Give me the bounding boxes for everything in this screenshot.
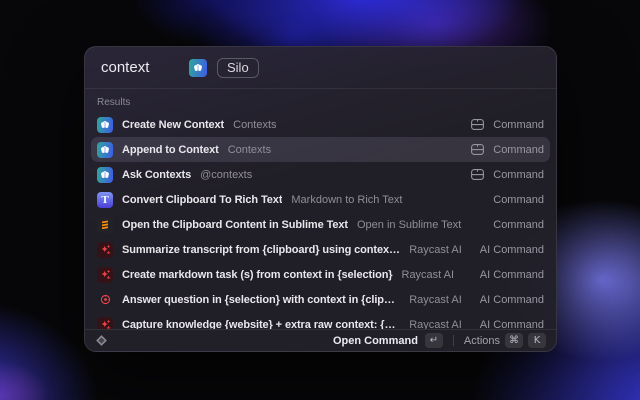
- result-subtitle: Markdown to Rich Text: [291, 194, 402, 206]
- result-title: Open the Clipboard Content in Sublime Te…: [122, 219, 348, 231]
- result-title: Create New Context: [122, 119, 224, 131]
- result-type-label: AI Command: [480, 269, 544, 281]
- result-title: Ask Contexts: [122, 169, 191, 181]
- search-tag-silo[interactable]: Silo: [217, 58, 259, 78]
- result-type-label: Command: [493, 144, 544, 156]
- result-type-label: Command: [493, 219, 544, 231]
- result-type-label: AI Command: [480, 244, 544, 256]
- result-title: Convert Clipboard To Rich Text: [122, 194, 282, 206]
- result-title: Append to Context: [122, 144, 219, 156]
- result-subtitle: Contexts: [228, 144, 271, 156]
- result-type-label: AI Command: [480, 294, 544, 306]
- result-row-convert-clipboard-rich-text[interactable]: T Convert Clipboard To Rich Text Markdow…: [91, 187, 550, 212]
- actions-button[interactable]: Actions ⌘ K: [464, 333, 546, 348]
- result-title: Create markdown task (s) from context in…: [122, 269, 393, 281]
- keyboard-icon: [471, 144, 484, 155]
- action-bar: Open Command ↵ Actions ⌘ K: [85, 329, 556, 351]
- ai-target-icon: [97, 292, 113, 308]
- result-subtitle: Raycast AI: [409, 244, 462, 256]
- search-tag-label: Silo: [227, 60, 249, 75]
- raycast-diamond-icon: [95, 334, 108, 347]
- result-subtitle: Contexts: [233, 119, 276, 131]
- actions-label: Actions: [464, 335, 500, 347]
- search-bar: Silo: [85, 47, 556, 89]
- result-row-append-to-context[interactable]: Append to Context Contexts Command: [91, 137, 550, 162]
- result-type-label: Command: [493, 119, 544, 131]
- cmd-key: ⌘: [505, 333, 523, 348]
- result-subtitle: Raycast AI: [402, 269, 455, 281]
- ai-sparkle-icon: [97, 242, 113, 258]
- k-key: K: [528, 333, 546, 348]
- rich-text-icon: T: [97, 192, 113, 208]
- sublime-text-icon: [97, 217, 113, 233]
- result-row-create-new-context[interactable]: Create New Context Contexts Command: [91, 112, 550, 137]
- result-subtitle: Open in Sublime Text: [357, 219, 461, 231]
- result-row-create-markdown-task[interactable]: Create markdown task (s) from context in…: [91, 262, 550, 287]
- results-section-header: Results: [85, 89, 556, 112]
- return-key: ↵: [425, 333, 443, 348]
- result-type-label: Command: [493, 169, 544, 181]
- keyboard-icon: [471, 169, 484, 180]
- brain-icon: [97, 142, 113, 158]
- result-row-ask-contexts[interactable]: Ask Contexts @contexts Command: [91, 162, 550, 187]
- result-row-summarize-transcript[interactable]: Summarize transcript from {clipboard} us…: [91, 237, 550, 262]
- command-palette-window: Silo Results Create New Context Contexts…: [84, 46, 557, 352]
- primary-action-label: Open Command: [333, 335, 418, 347]
- brain-icon: [97, 167, 113, 183]
- open-command-button[interactable]: Open Command ↵: [333, 333, 443, 348]
- result-row-open-clipboard-sublime[interactable]: Open the Clipboard Content in Sublime Te…: [91, 212, 550, 237]
- brain-icon: [97, 117, 113, 133]
- rich-text-glyph: T: [101, 194, 108, 206]
- keyboard-icon: [471, 119, 484, 130]
- result-row-answer-question[interactable]: Answer question in {selection} with cont…: [91, 287, 550, 312]
- brain-icon: [189, 59, 207, 77]
- result-type-label: Command: [493, 194, 544, 206]
- result-title: Summarize transcript from {clipboard} us…: [122, 244, 400, 256]
- result-title: Answer question in {selection} with cont…: [122, 294, 400, 306]
- ai-sparkle-icon: [97, 267, 113, 283]
- result-subtitle: @contexts: [200, 169, 252, 181]
- result-subtitle: Raycast AI: [409, 294, 462, 306]
- footer-divider: [453, 335, 454, 346]
